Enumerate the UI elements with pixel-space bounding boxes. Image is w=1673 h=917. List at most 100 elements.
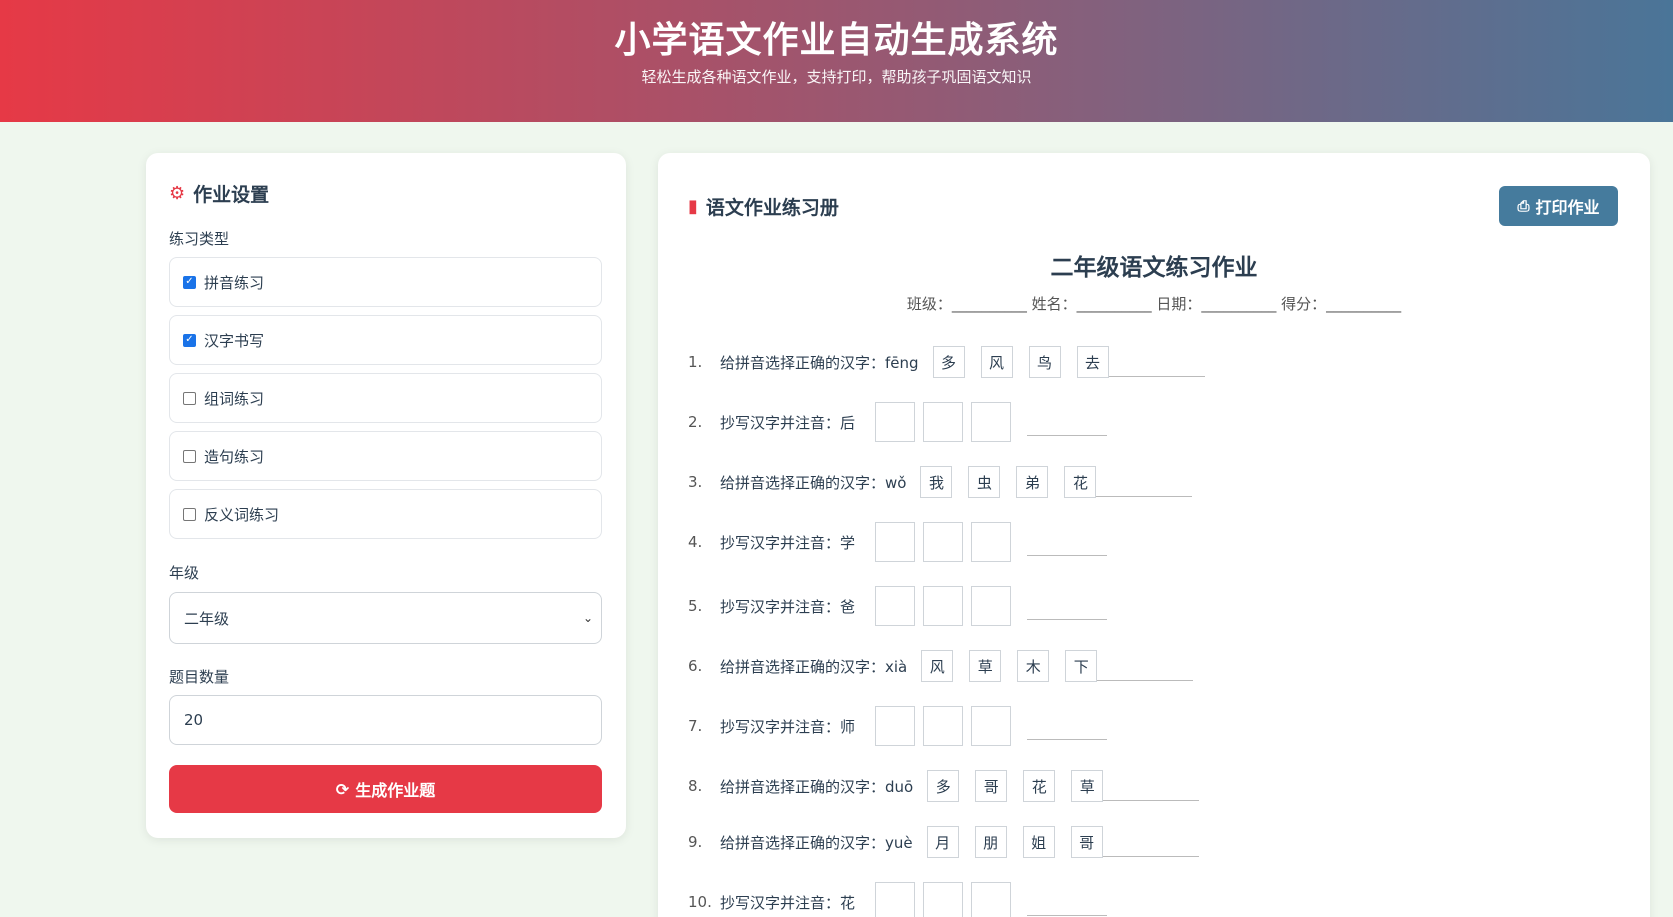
writing-box[interactable] — [971, 522, 1012, 562]
question-row: 8. 给拼音选择正确的汉字：duō 多哥花草 — [688, 766, 1200, 806]
type-option[interactable]: 组词练习 — [169, 373, 602, 423]
writing-boxes — [875, 522, 1019, 562]
print-button[interactable]: ⎙ 打印作业 — [1499, 186, 1618, 226]
choice-box[interactable]: 风 — [980, 346, 1013, 378]
answer-line — [1102, 855, 1199, 857]
writing-box[interactable] — [971, 402, 1012, 442]
writing-box[interactable] — [875, 522, 916, 562]
choice-box[interactable]: 下 — [1065, 650, 1098, 682]
choice-box[interactable]: 哥 — [1070, 826, 1103, 858]
type-option-label: 汉字书写 — [204, 331, 265, 350]
checkbox-unchecked[interactable] — [183, 449, 196, 463]
choice-box[interactable]: 草 — [1071, 770, 1104, 802]
type-option-label: 组词练习 — [204, 389, 265, 408]
writing-boxes — [875, 882, 1019, 917]
writing-boxes — [875, 586, 1019, 626]
writing-box[interactable] — [923, 522, 964, 562]
writing-boxes — [875, 402, 1019, 442]
question-text: 抄写汉字并注音：爸 — [720, 597, 856, 616]
writing-boxes — [875, 706, 1019, 746]
question-number: 2. — [688, 413, 703, 431]
question-number: 7. — [688, 717, 703, 735]
settings-title: ⚙ 作业设置 — [169, 183, 270, 206]
count-label: 题目数量 — [169, 668, 230, 686]
types-label: 练习类型 — [169, 230, 230, 248]
question-number: 5. — [688, 597, 703, 615]
writing-box[interactable] — [875, 402, 916, 442]
type-option-label: 拼音练习 — [204, 273, 265, 292]
question-text: 给拼音选择正确的汉字：fēng — [720, 353, 919, 372]
writing-box[interactable] — [923, 706, 964, 746]
question-text: 给拼音选择正确的汉字：xià — [720, 657, 908, 676]
writing-box[interactable] — [923, 402, 964, 442]
choice-box[interactable]: 风 — [921, 650, 954, 682]
question-number: 6. — [688, 657, 703, 675]
generate-button[interactable]: ⟳ 生成作业题 — [169, 765, 602, 813]
question-row: 6. 给拼音选择正确的汉字：xià 风草木下 — [688, 646, 1194, 686]
choice-box[interactable]: 我 — [920, 466, 953, 498]
type-option[interactable]: 反义词练习 — [169, 489, 602, 539]
grade-select[interactable]: 二年级 ⌄ — [169, 592, 602, 644]
choice-box[interactable]: 花 — [1023, 770, 1056, 802]
settings-panel: ⚙ 作业设置 练习类型 ✓ 拼音练习 ✓ 汉字书写 组词练习 造句练习 反义词练习 年级 二… — [146, 153, 626, 838]
choice-box[interactable]: 月 — [926, 826, 959, 858]
writing-box[interactable] — [875, 586, 916, 626]
count-input[interactable]: 20 — [169, 695, 602, 745]
page-title: 小学语文作业自动生成系统 — [614, 20, 1059, 61]
choice-box[interactable]: 草 — [969, 650, 1002, 682]
question-number: 9. — [688, 833, 703, 851]
writing-box[interactable] — [971, 706, 1012, 746]
choice-box[interactable]: 鸟 — [1028, 346, 1061, 378]
question-text: 给拼音选择正确的汉字：wǒ — [720, 473, 907, 492]
type-option-label: 造句练习 — [204, 447, 265, 466]
answer-line — [1097, 679, 1194, 681]
writing-box[interactable] — [923, 586, 964, 626]
question-text: 抄写汉字并注音：学 — [720, 533, 856, 552]
page-subtitle: 轻松生成各种语文作业，支持打印，帮助孩子巩固语文知识 — [641, 68, 1032, 86]
question-number: 8. — [688, 777, 703, 795]
chevron-down-icon: ⌄ — [582, 611, 593, 625]
writing-box[interactable] — [971, 882, 1012, 917]
question-row: 3. 给拼音选择正确的汉字：wǒ 我虫弟花 — [688, 462, 1193, 502]
choice-box[interactable]: 花 — [1064, 466, 1097, 498]
question-text: 抄写汉字并注音：师 — [720, 717, 856, 736]
choice-box[interactable]: 哥 — [975, 770, 1008, 802]
question-number: 1. — [688, 353, 703, 371]
answer-line — [1103, 799, 1200, 801]
choice-box[interactable]: 木 — [1017, 650, 1050, 682]
choice-group: 月朋姐哥 — [926, 826, 1103, 858]
choice-box[interactable]: 姐 — [1022, 826, 1055, 858]
checkbox-checked[interactable]: ✓ — [183, 275, 196, 289]
writing-box[interactable] — [875, 882, 916, 917]
pinyin-line — [1027, 738, 1108, 740]
pinyin-line — [1027, 434, 1108, 436]
checkbox-unchecked[interactable] — [183, 391, 196, 405]
type-option[interactable]: ✓ 汉字书写 — [169, 315, 602, 365]
checkbox-checked[interactable]: ✓ — [183, 333, 196, 347]
choice-box[interactable]: 虫 — [968, 466, 1001, 498]
writing-box[interactable] — [923, 882, 964, 917]
question-number: 10. — [688, 893, 712, 911]
answer-line — [1096, 495, 1193, 497]
question-row: 4. 抄写汉字并注音：学 — [688, 522, 1108, 562]
sheet-title: 二年级语文练习作业 — [1050, 255, 1258, 281]
choice-box[interactable]: 多 — [927, 770, 960, 802]
question-row: 5. 抄写汉字并注音：爸 — [688, 586, 1108, 626]
choice-box[interactable]: 去 — [1076, 346, 1109, 378]
print-icon: ⎙ — [1517, 197, 1530, 215]
choice-box[interactable]: 弟 — [1016, 466, 1049, 498]
choice-box[interactable]: 多 — [932, 346, 965, 378]
pinyin-line — [1027, 618, 1108, 620]
question-text: 给拼音选择正确的汉字：yuè — [720, 833, 913, 852]
writing-box[interactable] — [875, 706, 916, 746]
question-row: 1. 给拼音选择正确的汉字：fēng 多风鸟去 — [688, 342, 1205, 382]
question-row: 2. 抄写汉字并注音：后 — [688, 402, 1108, 442]
checkbox-unchecked[interactable] — [183, 507, 196, 521]
type-option[interactable]: ✓ 拼音练习 — [169, 257, 602, 307]
choice-box[interactable]: 朋 — [974, 826, 1007, 858]
worksheet-panel: ▮ 语文作业练习册 ⎙ 打印作业 二年级语文练习作业 班级：__________… — [658, 153, 1650, 917]
type-option[interactable]: 造句练习 — [169, 431, 602, 481]
writing-box[interactable] — [971, 586, 1012, 626]
sheet-meta: 班级：__________ 姓名：__________ 日期：_________… — [906, 295, 1402, 313]
question-row: 7. 抄写汉字并注音：师 — [688, 706, 1108, 746]
